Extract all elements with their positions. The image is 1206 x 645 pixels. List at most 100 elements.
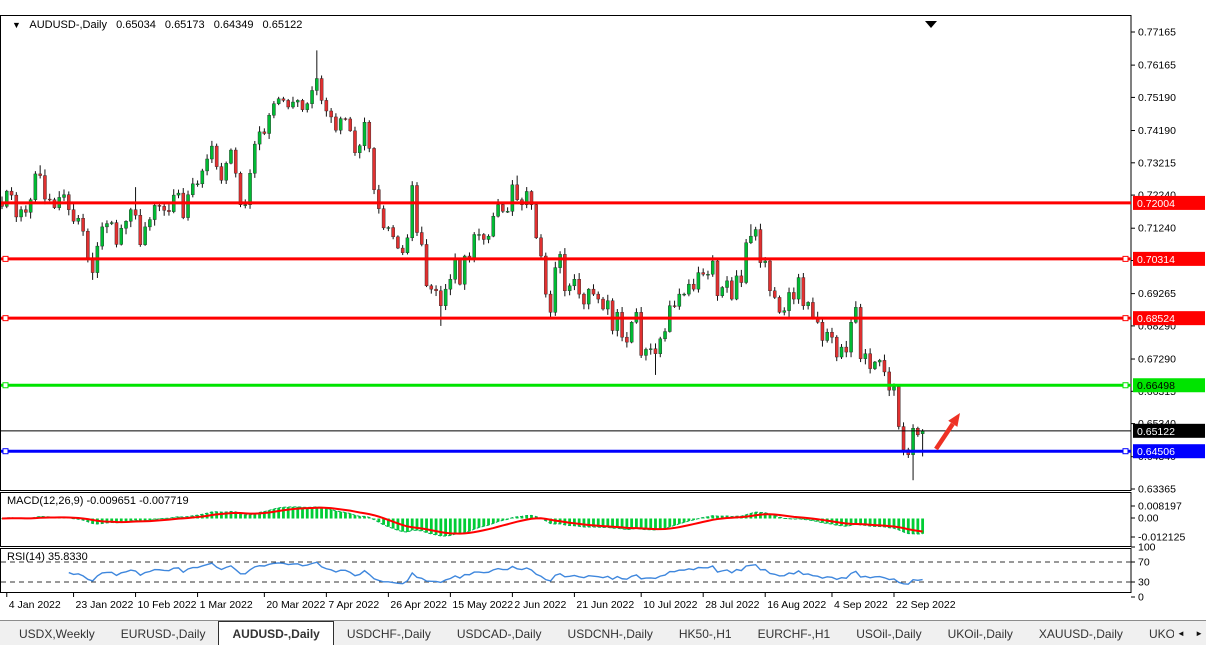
candle-up [225,163,228,180]
main-chart-panel[interactable] [1,16,1132,491]
chart-canvas[interactable]: 0.771650.761650.751900.741900.732150.722… [0,0,1206,645]
candle-up [296,100,299,102]
candle-up [144,227,147,245]
candle-down [830,332,833,337]
candle-up [659,339,662,354]
chart-tab-ukoil-da[interactable]: UKOil-,Da [1136,621,1174,645]
date-tick-label: 16 Aug 2022 [767,599,826,611]
low-value: 0.64349 [214,19,254,31]
chart-tab-eurusd-daily[interactable]: EURUSD-,Daily [108,621,219,645]
candle-down [859,307,862,358]
candle-up [807,302,810,305]
candle-up [454,259,457,279]
candle-down [353,131,356,153]
candle-up [644,349,647,355]
candle-down [48,199,51,200]
price-tick-label: 0.69265 [1138,288,1176,300]
candle-down [239,173,242,204]
chart-tab-hk50-h1[interactable]: HK50-,H1 [666,621,745,645]
hline-anchor-square[interactable] [1123,316,1128,321]
candle-down [439,291,442,306]
chart-tab-usdcad-daily[interactable]: USDCAD-,Daily [444,621,555,645]
chart-tab-audusd-daily[interactable]: AUDUSD-,Daily [218,621,333,645]
chart-tab-usoil-daily[interactable]: USOil-,Daily [843,621,934,645]
chart-tab-eurchf-h1[interactable]: EURCHF-,H1 [745,621,844,645]
date-tick-label: 15 May 2022 [452,599,513,611]
macd-indicator-label: MACD(12,26,9) -0.009651 -0.007719 [7,495,189,507]
candle-down [377,190,380,209]
hline-anchor-square[interactable] [1123,449,1128,454]
candle-down [835,337,838,357]
candle-up [449,279,452,289]
price-level-badge-text: 0.68524 [1137,313,1175,325]
candle-up [311,90,314,103]
candle-up [77,218,80,221]
candle-up [20,210,23,217]
tab-scroll-right-icon[interactable]: ► [1195,629,1203,638]
candle-up [840,347,843,357]
candle-up [153,205,156,219]
candle-up [735,276,738,299]
candle-down [730,281,733,299]
hline-anchor-square[interactable] [3,449,8,454]
chart-tab-xauusd-daily[interactable]: XAUUSD-,Daily [1026,621,1136,645]
candle-down [773,291,776,298]
candle-down [482,235,485,240]
candle-down [320,79,323,101]
candle-up [678,294,681,306]
candle-down [549,294,552,312]
candle-up [148,220,151,227]
candle-down [625,337,628,342]
hline-anchor-square[interactable] [3,383,8,388]
hline-anchor-square[interactable] [1123,383,1128,388]
symbol-dropdown-icon[interactable]: ▼ [12,20,21,30]
macd-axis-label: 0.00 [1138,513,1159,525]
candle-up [177,193,180,195]
high-value: 0.65173 [165,19,205,31]
candle-up [878,360,881,362]
candle-up [120,228,123,244]
candle-up [559,254,562,267]
hline-anchor-square[interactable] [3,316,8,321]
date-tick-label: 10 Jul 2022 [643,599,697,611]
candle-down [392,228,395,237]
candle-up [506,211,509,212]
candle-down [621,312,624,337]
candle-down [611,301,614,331]
macd-values: -0.009651 -0.007719 [86,495,188,507]
candle-up [892,387,895,390]
candle-down [458,259,461,284]
candle-up [229,150,232,163]
hline-anchor-square[interactable] [3,256,8,261]
tab-scroll-left-icon[interactable]: ◄ [1177,629,1185,638]
candle-up [606,301,609,309]
chart-tab-usdcnh-daily[interactable]: USDCNH-,Daily [555,621,666,645]
price-tick-label: 0.75190 [1138,92,1176,104]
candle-down [43,176,46,200]
rsi-value: 35.8330 [48,551,88,563]
candle-down [349,119,352,131]
candle-down [167,210,170,211]
candle-down [282,99,285,101]
candle-up [406,238,409,253]
candle-down [869,354,872,369]
price-tick-label: 0.77165 [1138,27,1176,39]
macd-axis-label: 0.008197 [1138,501,1182,513]
hline-anchor-square[interactable] [1123,256,1128,261]
candle-up [487,236,490,239]
candle-up [387,228,390,229]
candle-down [401,248,404,253]
candle-up [444,289,447,306]
chart-tab-usdx-weekly[interactable]: USDX,Weekly [6,621,108,645]
chart-tab-usdchf-daily[interactable]: USDCHF-,Daily [334,621,444,645]
candle-up [568,286,571,291]
chart-tab-ukoil-daily[interactable]: UKOil-,Daily [935,621,1026,645]
candle-up [826,332,829,340]
candle-down [597,294,600,299]
terminal-window: 5M30H1H4D1W1MN 0.771650.761650.751900.74… [0,0,1206,645]
candle-up [477,235,480,236]
symbol-title: AUDUSD-,Daily [29,19,107,31]
candle-down [702,273,705,275]
candle-up [797,278,800,300]
price-tick-label: 0.67290 [1138,354,1176,366]
